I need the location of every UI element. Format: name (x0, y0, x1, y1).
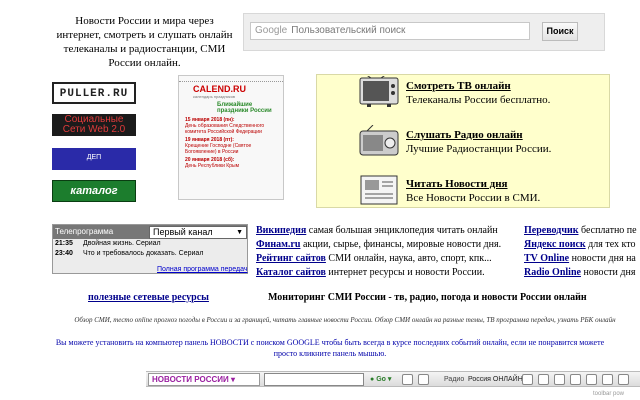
link-row: Переводчик бесплатно пе (524, 224, 640, 238)
tv-program-widget: Телепрограмма Первый канал ▼ 21:35 Двойная… (52, 224, 248, 274)
link-desc: самая большая энциклопедия читать онлайн (306, 225, 498, 236)
links-right: Переводчик бесплатно пе Яндекс поиск для… (524, 224, 640, 280)
link-desc: новости дня (580, 267, 636, 278)
link-row: Рейтинг сайтов СМИ онлайн, наука, авто, … (256, 252, 501, 266)
finam-link[interactable]: Финам.ru (256, 239, 300, 250)
toolbar-icon[interactable] (538, 374, 549, 385)
install-toolbar-text: Вы можете установить на компьютер панель… (55, 338, 605, 358)
chevron-down-icon: ▼ (236, 229, 243, 236)
link-desc: интернет ресурсы и новости России. (325, 267, 485, 278)
tv-program-time: 21:35 (55, 240, 73, 247)
search-input[interactable]: Google Пользовательский поиск (250, 22, 530, 40)
link-row: Финам.ru акции, сырье, финансы, мировые … (256, 238, 501, 252)
newspaper-icon[interactable] (359, 174, 399, 206)
puller-banner[interactable]: PULLER.RU (52, 82, 136, 104)
toolbar-icon[interactable] (554, 374, 565, 385)
toolbar-icon[interactable] (402, 374, 413, 385)
radio-online-link[interactable]: Radio Online (524, 267, 581, 278)
tv-program-time: 23:40 (55, 250, 73, 257)
go-icon: ● (370, 376, 375, 383)
useful-resources-link[interactable]: полезные сетевые ресурсы (88, 292, 209, 303)
toolbar-radio-label[interactable]: Радио (444, 374, 464, 385)
site-catalog-banner[interactable]: каталог сайтов (52, 180, 136, 217)
calendar-event: 15 января 2018 (пн): День образования Сле… (179, 116, 283, 136)
link-desc: для тех кто (585, 239, 636, 250)
full-program-link[interactable]: Полная программа передач (157, 266, 248, 273)
link-row: Radio Online новости дня (524, 266, 640, 280)
tv-icon[interactable] (359, 73, 399, 108)
tv-program-row: 23:40 Что и требовалось доказать. Сериал (53, 249, 247, 259)
translator-link[interactable]: Переводчик (524, 225, 578, 236)
toolbar-news-button[interactable]: НОВОСТИ РОССИИ ▾ (148, 373, 260, 386)
calendar-holidays-label: Ближайшие праздники России (217, 102, 272, 114)
link-row: TV Online новости дня на (524, 252, 640, 266)
read-news-desc: Все Новости России в СМИ. (406, 192, 541, 204)
channel-select-value: Первый канал (153, 227, 213, 237)
tv-program-row: 21:35 Двойная жизнь. Сериал (53, 239, 247, 249)
yandex-search-link[interactable]: Яндекс поиск (524, 239, 586, 250)
site-tagline: Новости России и мира через интернет, см… (56, 15, 233, 69)
toolbar-icon[interactable] (586, 374, 597, 385)
search-placeholder: Пользовательский поиск (291, 25, 406, 36)
tv-program-title: Двойная жизнь. Сериал (83, 240, 161, 247)
toolbar-icon[interactable] (522, 374, 533, 385)
news-toolbar-preview[interactable]: НОВОСТИ РОССИИ ▾ ● Go ▾ Радио Россия ОНЛ… (146, 371, 640, 387)
radio-icon[interactable] (359, 124, 399, 157)
watch-tv-desc: Телеканалы России бесплатно. (406, 94, 551, 106)
calendar-event: 19 января 2018 (пт): Крещение Господне (С… (179, 136, 283, 156)
calendar-event: 20 января 2018 (сб): День Республики Крым (179, 156, 283, 170)
listen-radio-desc: Лучшие Радиостанции России. (406, 143, 552, 155)
channel-select[interactable]: Первый канал ▼ (149, 226, 247, 239)
link-desc: бесплатно пе (578, 225, 637, 236)
calendar-event-text: День Республики Крым (185, 163, 240, 169)
wikipedia-link[interactable]: Википедия (256, 225, 306, 236)
toolbar-russia-label[interactable]: Россия ОНЛАЙН (468, 374, 523, 385)
tv-online-link[interactable]: TV Online (524, 253, 569, 264)
links-left: Википедия самая большая энциклопедия чит… (256, 224, 501, 280)
link-row: Каталог сайтов интернет ресурсы и новост… (256, 266, 501, 280)
read-news-link[interactable]: Читать Новости дня (406, 178, 508, 190)
search-button[interactable]: Поиск (542, 22, 578, 41)
toolbar-search-input[interactable] (264, 373, 364, 386)
link-row: Википедия самая большая энциклопедия чит… (256, 224, 501, 238)
overview-text: Обзор СМИ, тесто online прогноз погоды в… (74, 316, 616, 324)
calendar-event-text: День образования Следственного комитета … (185, 123, 265, 135)
calendar-brand: CALEND.RU (193, 84, 246, 94)
link-desc: новости дня на (569, 253, 636, 264)
toolbar-icon[interactable] (418, 374, 429, 385)
holiday-calendar-widget[interactable]: CALEND.RU календарь праздников Ближайшие… (178, 75, 284, 200)
tv-program-title: Что и требовалось доказать. Сериал (83, 250, 204, 257)
toolbar-icon[interactable] (570, 374, 581, 385)
link-desc: акции, сырье, финансы, мировые новости д… (300, 239, 502, 250)
toolbar-icon[interactable] (618, 374, 629, 385)
google-label: Google (255, 25, 288, 36)
watch-tv-link[interactable]: Смотреть ТВ онлайн (406, 80, 511, 92)
toolbar-footer: toolbar pow (593, 391, 625, 397)
site-catalog-link[interactable]: Каталог сайтов (256, 267, 326, 278)
link-row: Яндекс поиск для тех кто (524, 238, 640, 252)
dep-banner[interactable]: ДЕП (52, 148, 136, 170)
calendar-event-text: Крещение Господне (Святое Богоявление) в… (185, 143, 252, 155)
toolbar-go-label: Go (376, 376, 386, 383)
site-rating-link[interactable]: Рейтинг сайтов (256, 253, 326, 264)
social-networks-banner[interactable]: Социальные Сети Web 2.0 (52, 114, 136, 136)
toolbar-news-label: НОВОСТИ РОССИИ (152, 375, 229, 384)
toolbar-icon[interactable] (602, 374, 613, 385)
toolbar-go-button[interactable]: ● Go ▾ (370, 374, 391, 385)
link-desc: СМИ онлайн, наука, авто, спорт, кпк... (325, 253, 492, 264)
monitoring-title: Мониторинг СМИ России - тв, радио, погод… (268, 292, 587, 303)
listen-radio-link[interactable]: Слушать Радио онлайн (406, 129, 523, 141)
